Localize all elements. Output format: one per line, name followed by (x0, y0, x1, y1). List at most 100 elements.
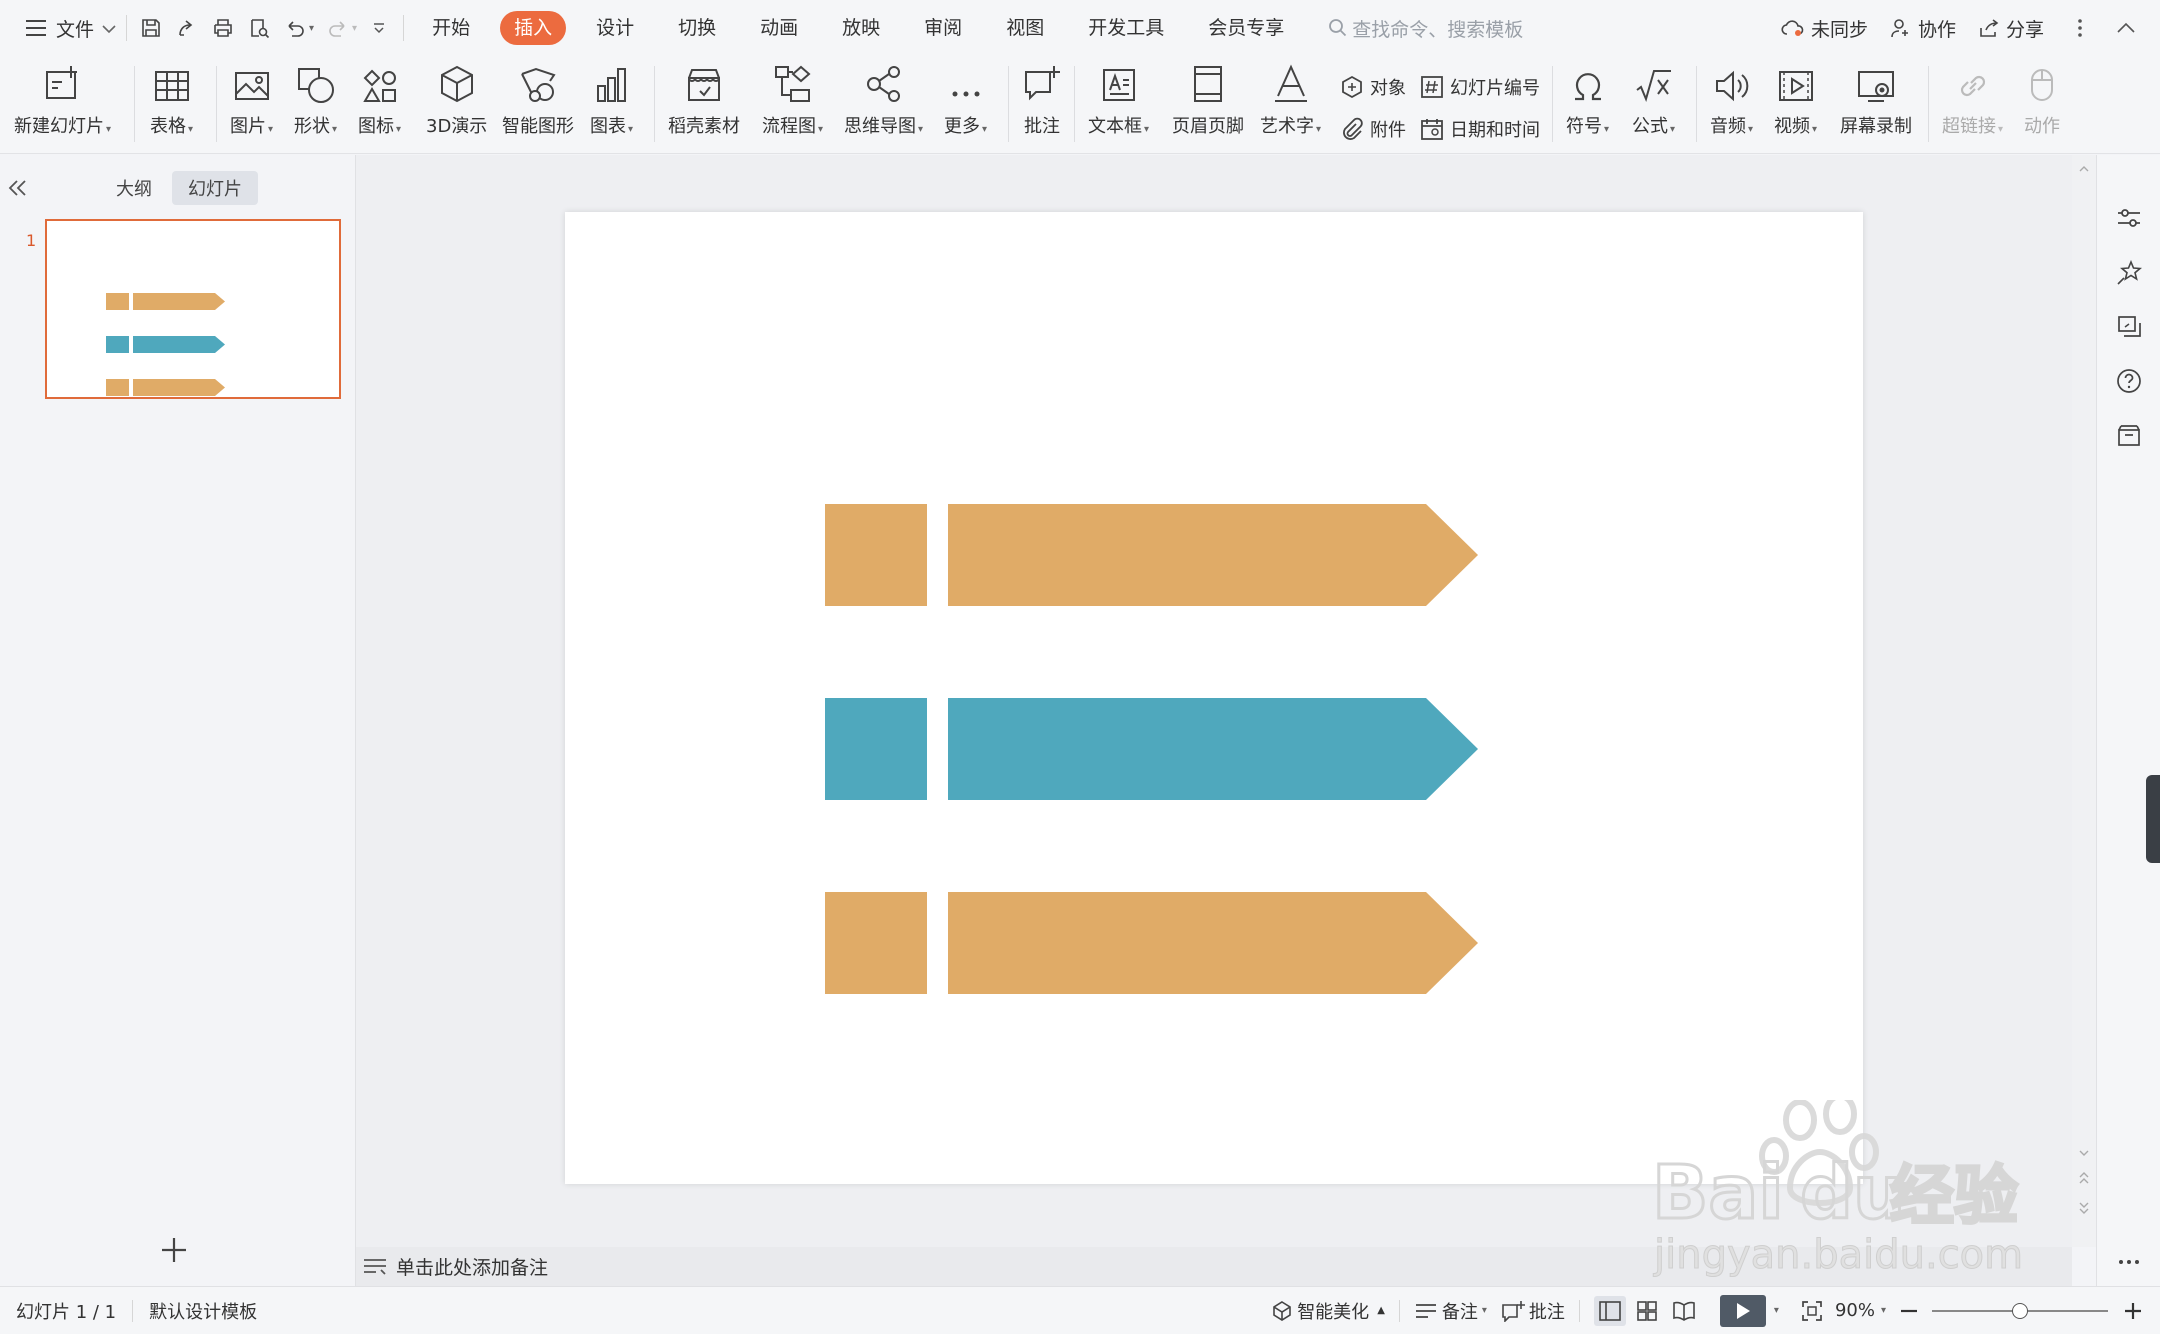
table-button[interactable]: 表格 ▾ (150, 56, 193, 154)
tab-outline[interactable]: 大纲 (100, 171, 168, 205)
screen-record-button[interactable]: 屏幕录制 (1840, 56, 1912, 154)
file-menu[interactable]: 文件 (22, 0, 116, 56)
icon-button[interactable]: 图标 ▾ (358, 56, 401, 154)
normal-view-icon[interactable] (1593, 1295, 1626, 1326)
slide-thumbnail[interactable] (45, 219, 341, 399)
save-icon[interactable] (137, 14, 165, 42)
square-shape[interactable] (825, 892, 927, 994)
comment-button[interactable]: 批注 (1022, 56, 1062, 154)
docer-materials-button[interactable]: 稻壳素材 (668, 56, 740, 154)
thumbnail-arrow-shape[interactable] (133, 379, 225, 396)
square-shape[interactable] (825, 698, 927, 800)
new-slide-button[interactable]: 新建幻灯片 ▾ (14, 56, 111, 154)
hyperlink-button[interactable]: 超链接 ▾ (1942, 56, 2003, 154)
attachment-button[interactable]: 附件 (1340, 116, 1406, 142)
picture-button[interactable]: 图片 ▾ (230, 56, 273, 154)
datetime-button[interactable]: 日期和时间 (1420, 116, 1540, 142)
object-button[interactable]: 对象 (1340, 74, 1406, 100)
video-button[interactable]: 视频 ▾ (1774, 56, 1817, 154)
action-button[interactable]: 动作 (2024, 56, 2060, 154)
notes-toggle-button[interactable]: 备注 ▾ (1414, 1298, 1487, 1324)
divider (132, 1299, 134, 1322)
zoom-slider-thumb[interactable] (2012, 1302, 2028, 1319)
tab-design[interactable]: 设计 (582, 11, 648, 45)
properties-icon[interactable] (2115, 205, 2143, 233)
redo-dropdown-icon[interactable]: ▾ (352, 23, 357, 34)
collapse-ribbon-icon[interactable] (2112, 14, 2140, 42)
zoom-level[interactable]: 90% (1835, 1300, 1875, 1321)
arrow-shape[interactable] (948, 892, 1478, 994)
thumbnail-square-shape[interactable] (106, 293, 129, 310)
datetime-label: 日期和时间 (1450, 120, 1540, 141)
slide-number-button[interactable]: 幻灯片编号 (1420, 74, 1540, 100)
tab-membership[interactable]: 会员专享 (1194, 11, 1298, 45)
thumbnail-arrow-shape[interactable] (133, 293, 225, 310)
side-floating-widget[interactable] (2146, 775, 2160, 863)
slide[interactable] (565, 212, 1863, 1184)
collapse-panel-icon[interactable] (8, 175, 28, 203)
comment-toggle-button[interactable]: 批注 (1501, 1298, 1565, 1324)
command-search[interactable]: 查找命令、搜索模板 (1328, 15, 1523, 42)
export-icon[interactable] (173, 14, 201, 42)
zoom-out-icon[interactable] (1900, 1309, 1918, 1313)
customize-toolbar-icon[interactable] (365, 14, 393, 42)
formula-button[interactable]: 公式 ▾ (1632, 56, 1675, 154)
collaborate-button[interactable]: 协作 (1890, 15, 1956, 42)
arrow-shape[interactable] (948, 504, 1478, 606)
thumbnail-arrow-shape[interactable] (133, 336, 225, 353)
animation-star-icon[interactable] (2115, 259, 2143, 287)
tab-view[interactable]: 视图 (992, 11, 1058, 45)
slide-sorter-icon[interactable] (1636, 1300, 1658, 1322)
chart-button[interactable]: 图表 ▾ (590, 56, 633, 154)
zoom-slider[interactable] (1932, 1301, 2108, 1321)
thumbnail-square-shape[interactable] (106, 379, 129, 396)
more-panels-icon[interactable] (2115, 1248, 2143, 1276)
arrow-shape[interactable] (948, 698, 1478, 800)
undo-icon[interactable] (281, 14, 309, 42)
tab-insert[interactable]: 插入 (500, 11, 567, 45)
archive-icon[interactable] (2115, 421, 2143, 449)
zoom-options-icon[interactable]: ▾ (1881, 1305, 1886, 1316)
audio-button[interactable]: 音频 ▾ (1710, 56, 1753, 154)
play-options-icon[interactable]: ▾ (1774, 1305, 1779, 1316)
print-icon[interactable] (209, 14, 237, 42)
thumbnail-square-shape[interactable] (106, 336, 129, 353)
mindmap-button[interactable]: 思维导图 ▾ (844, 56, 923, 154)
play-slideshow-button[interactable] (1719, 1294, 1766, 1327)
tab-transitions[interactable]: 切换 (664, 11, 730, 45)
sync-status-button[interactable]: 未同步 (1781, 15, 1868, 42)
vertical-scrollbar[interactable] (2072, 155, 2096, 1247)
more-options-icon[interactable] (2066, 14, 2094, 42)
header-footer-button[interactable]: 页眉页脚 (1172, 56, 1244, 154)
new-slide-icon (45, 66, 77, 99)
smartart-button[interactable]: 智能图形 (502, 56, 574, 154)
tab-slideshow[interactable]: 放映 (828, 11, 894, 45)
fit-window-icon[interactable] (1801, 1300, 1823, 1322)
help-icon[interactable] (2115, 367, 2143, 395)
tab-home[interactable]: 开始 (418, 11, 484, 45)
more-button[interactable]: 更多 ▾ (944, 56, 987, 154)
add-slide-icon[interactable] (160, 1235, 188, 1271)
tab-developer[interactable]: 开发工具 (1074, 11, 1178, 45)
textbox-button[interactable]: 文本框 ▾ (1088, 56, 1149, 154)
design-template-name[interactable]: 默认设计模板 (149, 1298, 257, 1324)
share-button[interactable]: 分享 (1978, 15, 2044, 42)
square-shape[interactable] (825, 504, 927, 606)
zoom-in-icon[interactable] (2124, 1302, 2142, 1320)
tab-animations[interactable]: 动画 (746, 11, 812, 45)
tab-review[interactable]: 审阅 (910, 11, 976, 45)
notes-pane[interactable]: 单击此处添加备注 (356, 1247, 2072, 1286)
flowchart-button[interactable]: 流程图 ▾ (762, 56, 823, 154)
3d-button[interactable]: 3D演示 (426, 56, 487, 154)
wordart-button[interactable]: 艺术字 ▾ (1260, 56, 1321, 154)
print-preview-icon[interactable] (245, 14, 273, 42)
smart-beautify-button[interactable]: 智能美化 ▲ (1271, 1298, 1385, 1324)
tab-slides[interactable]: 幻灯片 (172, 171, 258, 205)
slide-transition-icon[interactable] (2115, 313, 2143, 341)
shape-button[interactable]: 形状 ▾ (294, 56, 337, 154)
symbol-button[interactable]: 符号 ▾ (1566, 56, 1609, 154)
reading-view-icon[interactable] (1672, 1300, 1696, 1322)
undo-dropdown-icon[interactable]: ▾ (309, 23, 314, 34)
paperclip-icon (1343, 117, 1363, 140)
redo-icon[interactable] (324, 14, 352, 42)
